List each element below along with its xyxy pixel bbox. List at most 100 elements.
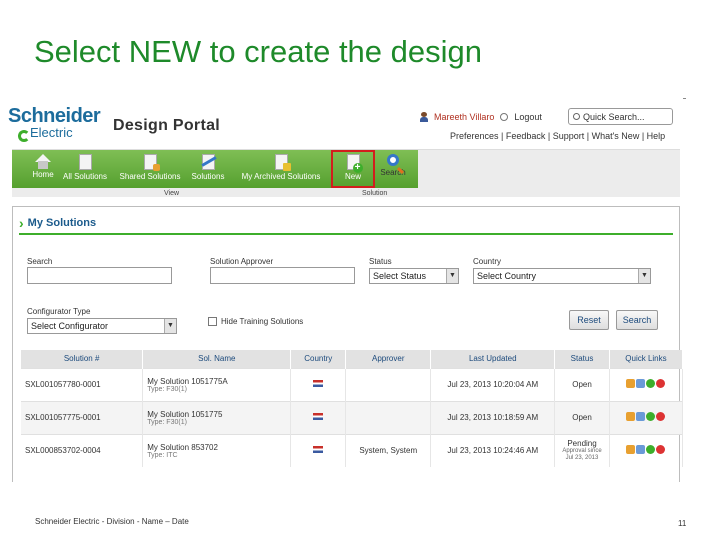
status-label: Status	[369, 257, 392, 266]
status-select[interactable]: Select Status ▼	[369, 268, 459, 284]
quick-search-placeholder: Quick Search...	[583, 111, 645, 122]
approver-cell	[345, 367, 432, 401]
solution-id-link[interactable]: SXL000853702-0004	[21, 433, 144, 467]
design-portal-screenshot: Schneider Electric Design Portal Mareeth…	[8, 100, 684, 482]
status-cell: Open	[554, 400, 610, 434]
solution-name[interactable]: My Solution 853702	[147, 443, 286, 452]
quick-links-cell	[609, 367, 684, 401]
nav-solutions[interactable]: Solutions	[175, 154, 241, 181]
edit-icon[interactable]	[625, 412, 635, 421]
search-icon	[387, 154, 399, 166]
user-area: Mareeth Villaro Logout	[420, 112, 542, 122]
flag-icon	[313, 380, 324, 387]
status-cell: Open	[554, 367, 610, 401]
user-name-link[interactable]: Mareeth Villaro	[434, 112, 494, 122]
copy-icon[interactable]	[635, 379, 645, 388]
logo-swirl-icon	[18, 130, 30, 142]
column-header[interactable]: Country	[290, 350, 347, 368]
approver-cell: System, System	[345, 433, 432, 467]
solution-id-link[interactable]: SXL001057780-0001	[21, 367, 144, 401]
table-header-row: Solution # Sol. Name Country Approver La…	[21, 350, 684, 368]
solution-type: Type: F30(1)	[147, 385, 187, 393]
solution-type: Type: F30(1)	[147, 418, 187, 426]
chevron-down-icon: ▼	[446, 269, 458, 283]
panel-header: › My Solutions	[19, 215, 96, 231]
logout-link[interactable]: Logout	[514, 112, 542, 122]
tools-document-icon	[201, 154, 215, 170]
search-label: Search	[27, 257, 53, 266]
solution-id-link[interactable]: SXL001057775-0001	[21, 400, 144, 434]
home-icon	[35, 154, 51, 169]
configurator-select[interactable]: Select Configurator ▼	[27, 318, 177, 334]
nav-all-solutions[interactable]: All Solutions	[52, 154, 118, 181]
page-number: 11	[678, 519, 687, 528]
schneider-electric-logo: Schneider Electric	[8, 105, 112, 142]
search-button[interactable]: Search	[616, 310, 658, 330]
column-header[interactable]: Sol. Name	[142, 350, 292, 368]
copy-icon[interactable]	[635, 412, 645, 421]
new-highlight-box	[331, 150, 375, 188]
copy-icon[interactable]	[635, 445, 645, 455]
configurator-select-value: Select Configurator	[31, 321, 109, 331]
nav-all-solutions-label: All Solutions	[62, 172, 108, 181]
configurator-label: Configurator Type	[27, 307, 91, 316]
last-updated-cell: Jul 23, 2013 10:20:04 AM	[430, 367, 556, 401]
nav-shared-solutions[interactable]: Shared Solutions	[117, 154, 183, 181]
chevron-right-icon: ›	[19, 215, 24, 231]
table-row: SXL000853702-0004 My Solution 853702 Typ…	[21, 433, 684, 467]
share-icon[interactable]	[645, 379, 655, 388]
solution-name[interactable]: My Solution 1051775A	[147, 377, 286, 386]
nav-solutions-label: Solutions	[191, 172, 225, 181]
solution-name[interactable]: My Solution 1051775	[147, 410, 286, 419]
delete-icon[interactable]	[655, 412, 665, 421]
column-header[interactable]: Solution #	[21, 350, 144, 368]
flag-icon	[313, 446, 324, 454]
shared-document-icon	[143, 154, 160, 171]
my-solutions-panel: › My Solutions Search Solution Approver …	[12, 206, 684, 482]
approver-label: Solution Approver	[210, 257, 274, 266]
solution-name-cell: My Solution 1051775A Type: F30(1)	[142, 367, 292, 401]
solution-name-cell: My Solution 1051775 Type: F30(1)	[142, 400, 292, 434]
slide-title: Select NEW to create the design	[34, 34, 483, 69]
reset-button[interactable]: Reset	[569, 310, 609, 330]
edit-icon[interactable]	[625, 445, 635, 455]
nav-sub-view: View	[164, 190, 180, 197]
search-input[interactable]	[27, 267, 172, 284]
chevron-down-icon: ▼	[638, 269, 650, 283]
solutions-table: Solution # Sol. Name Country Approver La…	[21, 350, 684, 467]
logout-icon	[500, 113, 509, 121]
user-icon	[420, 112, 428, 122]
nav-sub-solution: Solution	[362, 190, 388, 197]
nav-my-archived-solutions[interactable]: My Archived Solutions	[240, 154, 322, 181]
chevron-down-icon: ▼	[164, 319, 176, 333]
delete-icon[interactable]	[655, 379, 665, 388]
quick-search-input[interactable]: Quick Search...	[568, 108, 673, 125]
approver-input[interactable]	[210, 267, 355, 284]
portal-title: Design Portal	[113, 117, 221, 134]
search-icon	[573, 113, 580, 120]
hide-training-label: Hide Training Solutions	[221, 317, 304, 326]
quick-links-cell	[609, 433, 684, 467]
hide-training-checkbox[interactable]	[208, 317, 217, 326]
country-select[interactable]: Select Country ▼	[473, 268, 651, 284]
share-icon[interactable]	[645, 412, 655, 421]
country-cell	[290, 433, 347, 467]
logo-text-bottom: Electric	[30, 125, 73, 140]
share-icon[interactable]	[645, 445, 655, 455]
delete-icon[interactable]	[655, 445, 665, 455]
country-select-value: Select Country	[477, 271, 537, 281]
column-header[interactable]: Status	[554, 350, 610, 368]
table-row: SXL001057780-0001 My Solution 1051775A T…	[21, 367, 684, 401]
edit-icon[interactable]	[625, 379, 635, 388]
logo-text-top: Schneider	[8, 105, 101, 127]
country-label: Country	[473, 257, 502, 266]
column-header[interactable]: Approver	[345, 350, 432, 368]
top-links[interactable]: Preferences | Feedback | Support | What'…	[450, 131, 665, 141]
panel-divider	[19, 233, 673, 235]
column-header[interactable]: Last Updated	[430, 350, 556, 368]
panel-title: My Solutions	[27, 217, 97, 229]
solution-name-cell: My Solution 853702 Type: ITC	[142, 433, 292, 467]
solution-type: Type: ITC	[147, 451, 178, 459]
flag-icon	[313, 413, 324, 420]
document-icon	[78, 154, 92, 170]
